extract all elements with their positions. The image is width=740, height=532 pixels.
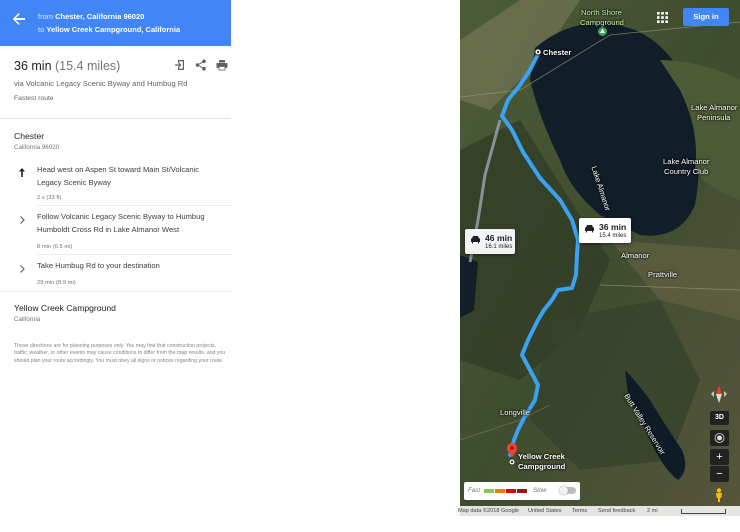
sign-in-button[interactable]: Sign in: [683, 8, 729, 26]
traffic-fast-label: Fast: [468, 487, 481, 494]
route-bubble-alternate[interactable]: 46 min 16.1 miles: [465, 229, 515, 254]
traffic-legend: Fast Slow: [464, 482, 580, 500]
traffic-segment: [506, 489, 516, 493]
step-distance: 29 min (8.9 mi): [37, 280, 76, 286]
step-instruction: Take Humbug Rd to your destination: [37, 261, 160, 270]
map-label-campground[interactable]: Campground: [580, 18, 624, 27]
map-label-country-club[interactable]: Lake Almanor: [663, 157, 709, 166]
route-bubble-primary[interactable]: 36 min 15.4 miles: [579, 218, 631, 243]
map-label-longville[interactable]: Longville: [500, 408, 530, 417]
directions-panel: from Chester, California 96020 to Yellow…: [0, 0, 231, 532]
map-label-destination-2[interactable]: Campground: [518, 462, 565, 471]
route-via: via Volcanic Legacy Scenic Byway and Hum…: [14, 79, 188, 88]
map-label-prattville[interactable]: Prattville: [648, 270, 677, 279]
car-icon: [585, 225, 594, 233]
fastest-route-label: Fastest route: [14, 95, 54, 102]
distance-text: (15.4 miles): [55, 59, 121, 73]
scale-bar[interactable]: [681, 509, 726, 514]
end-place-title: Yellow Creek Campground: [14, 303, 116, 313]
step-divider: [37, 205, 231, 206]
traffic-segment: [495, 489, 505, 493]
car-icon: [471, 236, 480, 244]
scale-label[interactable]: 2 mi: [647, 508, 658, 514]
my-location-icon: [714, 433, 725, 443]
end-place-subtitle: California: [14, 316, 41, 323]
my-location-button[interactable]: [710, 430, 729, 446]
direction-step[interactable]: Follow Volcanic Legacy Scenic Byway to H…: [0, 211, 231, 261]
print-icon[interactable]: [216, 59, 228, 71]
destination-line[interactable]: to Yellow Creek Campground, California: [38, 25, 180, 34]
map-view[interactable]: Sign in North Shore Campground Chester L…: [460, 0, 740, 516]
from-prefix: from: [38, 12, 53, 21]
traffic-slow-label: Slow: [533, 487, 547, 494]
duration-text: 36 min: [14, 59, 52, 73]
traffic-segment: [517, 489, 527, 493]
route-alt-time: 46 min: [485, 233, 513, 243]
country-link[interactable]: United States: [528, 508, 562, 514]
traffic-toggle[interactable]: [559, 486, 576, 495]
origin-name: Chester, California 96020: [55, 12, 145, 21]
step-distance: 8 min (6.5 mi): [37, 244, 73, 250]
traffic-segment: [484, 489, 494, 493]
toggle-knob: [559, 486, 568, 495]
route-primary-time: 36 min: [599, 222, 627, 232]
map-data-attribution: Map data ©2018 Google: [458, 508, 520, 514]
satellite-map[interactable]: [460, 0, 740, 516]
campground-pin-icon[interactable]: [598, 27, 607, 38]
map-label-destination[interactable]: Yellow Creek: [518, 452, 565, 461]
start-place-subtitle: California 96020: [14, 144, 60, 151]
step-divider: [0, 291, 231, 292]
step-distance: 2 s (33 ft): [37, 195, 62, 201]
to-prefix: to: [38, 25, 45, 34]
destination-pin-icon[interactable]: [507, 443, 517, 457]
share-icon[interactable]: [195, 59, 207, 71]
street-view-pegman-icon[interactable]: [713, 488, 725, 502]
map-label-lake-almanor-peninsula[interactable]: Lake Almanor: [691, 103, 737, 112]
route-summary: 36 min (15.4 miles) via Volcanic Legacy …: [0, 46, 231, 119]
back-arrow-icon[interactable]: [11, 11, 27, 27]
chevron-right-icon[interactable]: [17, 264, 27, 274]
step-divider: [37, 254, 231, 255]
origin-line[interactable]: from Chester, California 96020: [38, 12, 144, 21]
map-label-country-club-2[interactable]: Country Club: [664, 167, 708, 176]
tilt-3d-button[interactable]: 3D: [710, 411, 729, 425]
route-duration: 36 min (15.4 miles): [14, 59, 120, 73]
step-instruction: Head west on Aspen St toward Main St/Vol…: [37, 165, 200, 187]
send-to-device-icon[interactable]: [174, 59, 186, 71]
terms-link[interactable]: Terms: [572, 508, 587, 514]
map-label-chester[interactable]: Chester: [543, 48, 571, 57]
step-instruction: Follow Volcanic Legacy Scenic Byway to H…: [37, 212, 205, 234]
route-alt-distance: 16.1 miles: [485, 244, 513, 250]
start-place-title: Chester: [14, 131, 45, 141]
send-feedback-link[interactable]: Send feedback: [598, 508, 635, 514]
apps-grid-icon[interactable]: [657, 12, 668, 23]
map-label-peninsula[interactable]: Peninsula: [697, 113, 730, 122]
zoom-out-button[interactable]: −: [710, 466, 729, 482]
map-label-almanor[interactable]: Almanor: [621, 251, 649, 260]
disclaimer-text: These directions are for planning purpos…: [14, 343, 226, 364]
route-primary-distance: 15.4 miles: [599, 233, 627, 239]
directions-header: from Chester, California 96020 to Yellow…: [0, 0, 231, 46]
zoom-in-button[interactable]: +: [710, 449, 729, 465]
map-label-north-shore[interactable]: North Shore: [581, 8, 622, 17]
direction-step[interactable]: Take Humbug Rd to your destination 29 mi…: [0, 260, 231, 296]
chevron-right-icon[interactable]: [17, 215, 27, 225]
destination-name: Yellow Creek Campground, California: [46, 25, 181, 34]
compass-icon[interactable]: [708, 383, 730, 405]
straight-arrow-icon: [19, 168, 25, 177]
map-footer: Map data ©2018 Google United States Term…: [456, 506, 740, 516]
direction-step[interactable]: Head west on Aspen St toward Main St/Vol…: [0, 163, 231, 213]
